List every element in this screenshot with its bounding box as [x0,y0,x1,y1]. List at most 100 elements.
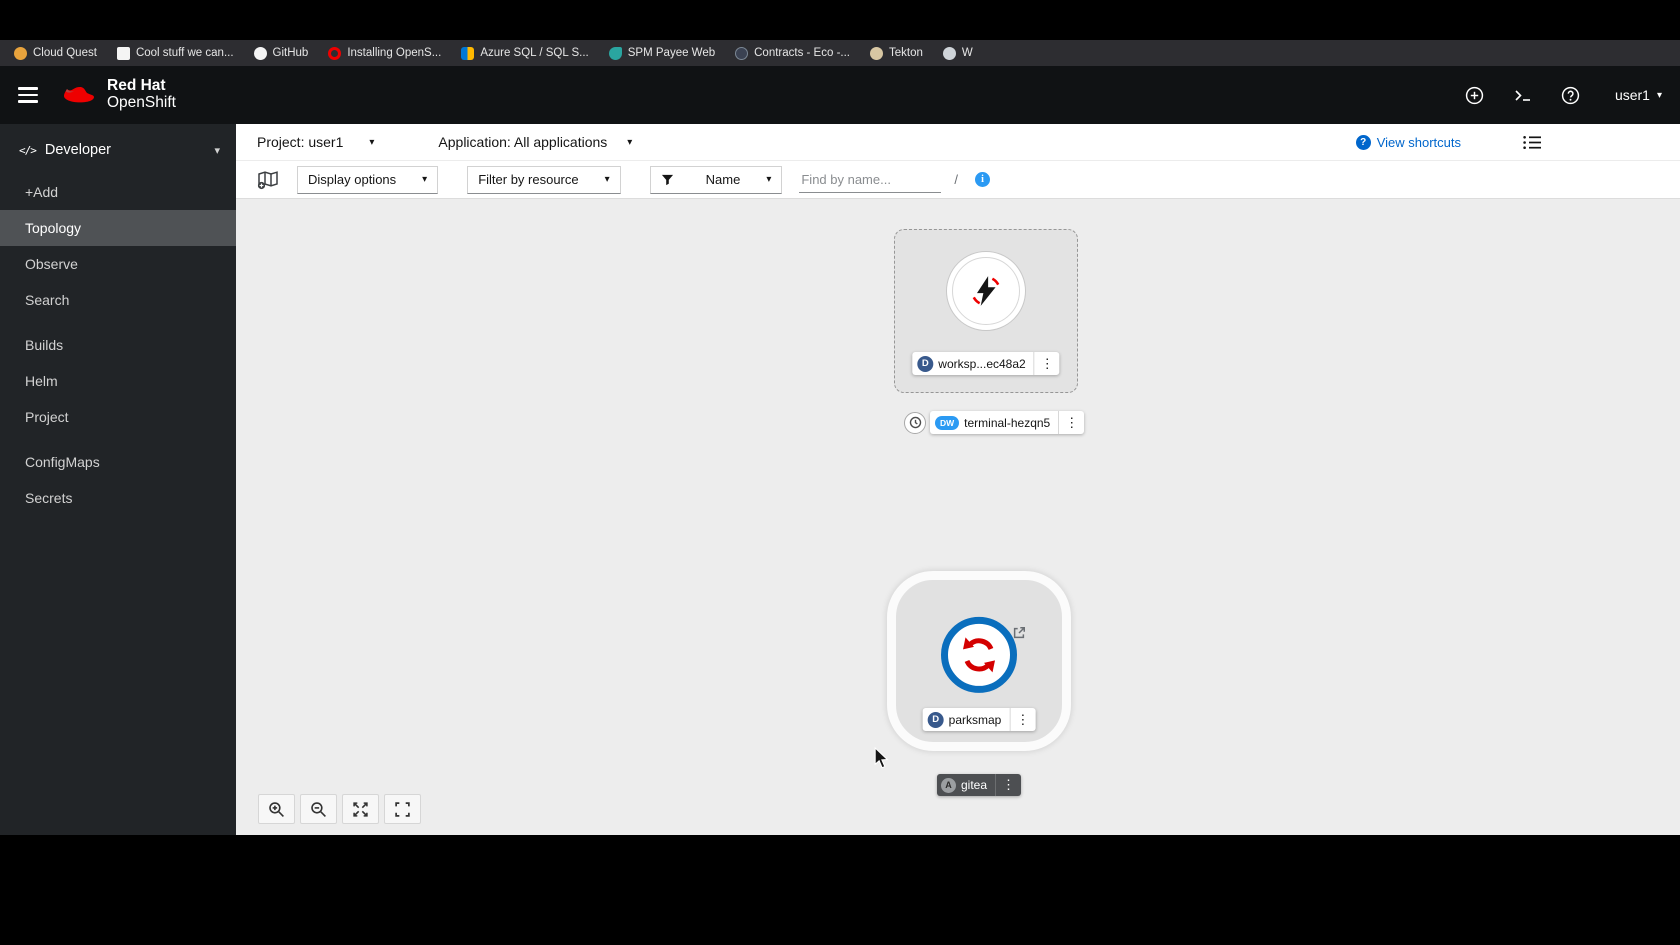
kebab-menu-icon[interactable]: ⋮ [1009,708,1035,731]
bookmark-favicon [608,46,622,60]
name-filter-dropdown[interactable]: Name ▾ [649,165,783,194]
help-icon[interactable] [1561,85,1581,105]
view-shortcuts-link[interactable]: ? View shortcuts [1355,134,1461,150]
sidebar-item-add[interactable]: +Add [0,174,236,210]
question-circle-icon: ? [1355,134,1371,150]
nav-toggle-icon[interactable] [18,87,38,103]
user-name: user1 [1614,87,1650,103]
quick-create-icon[interactable] [1465,85,1485,105]
chevron-down-icon: ▾ [604,174,610,185]
globe-icon [735,46,749,60]
chevron-down-icon: ▾ [422,174,428,185]
bookmark-installing-openshift[interactable]: Installing OpenS... [328,46,442,60]
bookmark-favicon [116,46,130,60]
sidebar-item-configmaps[interactable]: ConfigMaps [0,444,236,480]
sidebar-item-secrets[interactable]: Secrets [0,480,236,516]
bookmark-favicon [461,46,475,60]
browser-bookmarks-bar: Cloud Quest Cool stuff we can... GitHub … [0,40,1680,66]
workspace-node-circle[interactable] [946,251,1026,331]
bookmark-label: Installing OpenS... [347,47,442,59]
display-options-dropdown[interactable]: Display options ▾ [297,165,439,194]
bookmark-contracts[interactable]: Contracts - Eco -... [735,46,850,60]
context-bar: Project: user1 ▾ Application: All applic… [236,124,1680,161]
sidebar-item-helm[interactable]: Helm [0,363,236,399]
web-terminal-icon[interactable] [1513,85,1533,105]
bookmark-w[interactable]: W [942,46,973,60]
chevron-down-icon: ▾ [369,136,375,148]
kebab-menu-icon[interactable]: ⋮ [995,774,1021,796]
chevron-down-icon: ▾ [627,136,633,148]
bookmark-tekton[interactable]: Tekton [869,46,923,60]
project-dropdown[interactable]: Project: user1 ▾ [257,134,374,150]
bookmark-label: Contracts - Eco -... [754,47,850,59]
bookmark-favicon [869,46,883,60]
sidebar-item-builds[interactable]: Builds [0,327,236,363]
info-icon[interactable]: i [974,172,990,187]
mouse-cursor [874,746,891,775]
application-dropdown-label: Application: All applications [438,134,608,150]
kebab-menu-icon[interactable]: ⋮ [1058,411,1084,434]
user-menu[interactable]: user1 ▾ [1615,87,1662,103]
github-icon [253,46,267,60]
workspace-node-label[interactable]: D worksp...ec48a2 ⋮ [912,352,1060,375]
perspective-label: Developer [44,142,111,158]
project-dropdown-label: Project: user1 [257,134,344,150]
deployment-badge: D [917,355,934,372]
redhat-fedora-icon [64,86,94,102]
bookmark-azure-sql[interactable]: Azure SQL / SQL S... [461,46,589,60]
zoom-in-button[interactable] [258,794,295,824]
openshift-icon [328,46,342,60]
slash-shortcut-hint: / [954,172,958,187]
topology-canvas[interactable]: D worksp...ec48a2 ⋮ DW terminal-hezqn5 ⋮ [236,199,1680,835]
perspective-switcher[interactable]: </> Developer ▾ [0,124,236,174]
find-by-name-input[interactable] [799,166,942,193]
list-view-icon[interactable] [1523,135,1542,150]
bookmark-favicon [14,46,27,60]
bookmark-cool-stuff[interactable]: Cool stuff we can... [116,46,234,60]
name-filter-label: Name [705,172,741,187]
fit-to-screen-button[interactable] [342,794,379,824]
parksmap-node[interactable]: D parksmap ⋮ [887,571,1071,751]
parksmap-node-name: parksmap [948,712,1002,727]
globe-icon [942,46,956,60]
bookmark-spm-payee[interactable]: SPM Payee Web [608,46,715,60]
bookmark-label: W [961,47,973,59]
terminal-node-label[interactable]: DW terminal-hezqn5 ⋮ [930,411,1085,434]
parksmap-openshift-icon [941,616,1017,693]
masthead-toolbar: user1 ▾ [1465,85,1662,105]
terminal-node-name: terminal-hezqn5 [964,415,1051,430]
bookmark-github[interactable]: GitHub [253,46,309,60]
workspace-node[interactable]: D worksp...ec48a2 ⋮ [894,229,1078,393]
brand-red-hat: Red Hat [107,77,166,95]
reset-view-button[interactable] [384,794,421,824]
gitea-application-label[interactable]: A gitea ⋮ [937,774,1022,796]
main-content: Project: user1 ▾ Application: All applic… [236,124,1680,835]
terminal-node-row: DW terminal-hezqn5 ⋮ [904,411,1085,434]
bookmark-label: GitHub [272,47,309,59]
topology-control-bar [258,794,421,824]
workspace-node-name: worksp...ec48a2 [938,356,1026,371]
devworkspace-decorator-icon[interactable] [904,411,926,434]
developer-perspective-icon: </> [19,143,37,157]
sidebar-item-topology[interactable]: Topology [0,210,236,246]
masthead: Red Hat OpenShift user1 ▾ [0,66,1680,124]
filter-by-resource-label: Filter by resource [478,172,579,187]
kebab-menu-icon[interactable]: ⋮ [1033,352,1060,375]
chevron-down-icon: ▾ [1656,89,1662,101]
export-application-icon[interactable] [256,170,280,190]
parksmap-node-label[interactable]: D parksmap ⋮ [922,708,1036,731]
lightning-bolt-icon [972,276,1000,306]
app-frame: </> Developer ▾ +Add Topology Observe Se… [0,124,1680,835]
bookmark-cloud-quest[interactable]: Cloud Quest [14,46,97,60]
application-dropdown[interactable]: Application: All applications ▾ [438,134,632,150]
application-badge: A [941,777,956,793]
filter-by-resource-dropdown[interactable]: Filter by resource ▾ [467,165,621,194]
sidebar: </> Developer ▾ +Add Topology Observe Se… [0,124,236,835]
zoom-out-button[interactable] [300,794,337,824]
gitea-node-name: gitea [961,778,988,792]
sidebar-item-observe[interactable]: Observe [0,246,236,282]
chevron-down-icon: ▾ [214,144,220,157]
brand-openshift: OpenShift [107,94,176,111]
sidebar-item-search[interactable]: Search [0,282,236,318]
sidebar-item-project[interactable]: Project [0,399,236,435]
